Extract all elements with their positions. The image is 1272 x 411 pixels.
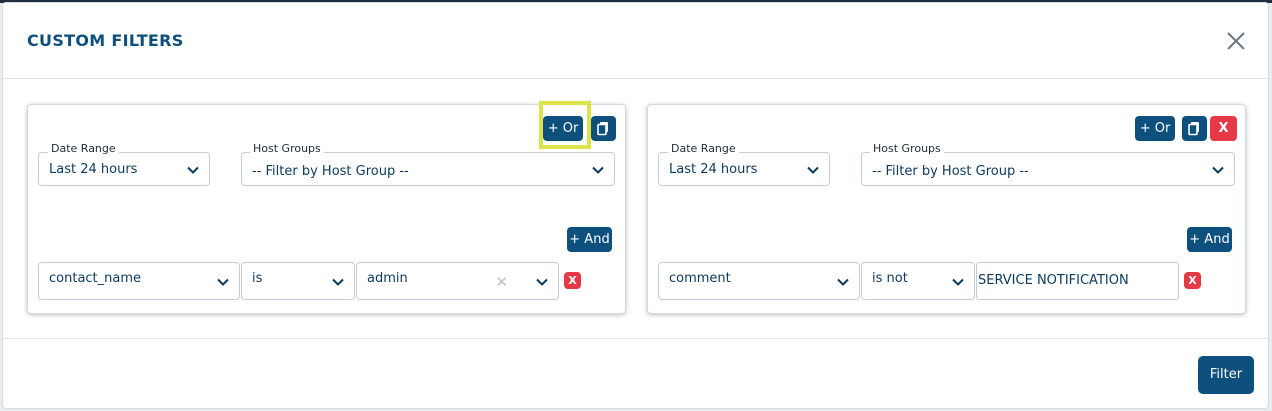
remove-condition-button[interactable]: X: [1184, 272, 1201, 289]
close-button[interactable]: [1224, 29, 1248, 53]
date-range-label: Date Range: [48, 142, 119, 155]
filter-group-1: + Or Date Range Last 24 hours Host Group…: [27, 101, 626, 314]
chevron-down-icon: [592, 166, 604, 174]
condition-field-value: contact_name: [49, 271, 142, 286]
add-or-button[interactable]: + Or: [1135, 116, 1175, 141]
add-and-button[interactable]: + And: [567, 227, 612, 252]
add-or-button[interactable]: + Or: [543, 116, 583, 141]
host-groups-label: Host Groups: [870, 142, 944, 155]
copy-icon: [1188, 122, 1199, 136]
date-range-select[interactable]: Last 24 hours: [658, 152, 830, 186]
chevron-down-icon: [807, 166, 819, 174]
custom-filters-modal: CUSTOM FILTERS + Or Date Range Last 24 h…: [2, 2, 1269, 409]
clear-icon[interactable]: ✕: [495, 273, 508, 291]
condition-value-input[interactable]: SERVICE NOTIFICATION: [976, 262, 1179, 300]
modal-header: CUSTOM FILTERS: [3, 3, 1268, 79]
chevron-down-icon: [217, 278, 229, 286]
date-range-label: Date Range: [668, 142, 739, 155]
delete-group-button[interactable]: X: [1210, 116, 1237, 141]
condition-operator-value: is: [252, 271, 263, 286]
host-groups-select[interactable]: -- Filter by Host Group --: [241, 152, 615, 186]
chevron-down-icon: [837, 278, 849, 286]
chevron-down-icon: [332, 278, 344, 286]
host-groups-select[interactable]: -- Filter by Host Group --: [861, 152, 1235, 186]
modal-footer: Filter: [3, 338, 1268, 410]
date-range-select[interactable]: Last 24 hours: [38, 152, 210, 186]
modal-body: + Or Date Range Last 24 hours Host Group…: [3, 80, 1268, 338]
chevron-down-icon: [536, 278, 548, 286]
condition-operator-select[interactable]: is: [241, 262, 355, 300]
condition-value: SERVICE NOTIFICATION: [978, 273, 1129, 288]
condition-value-select[interactable]: admin ✕: [356, 262, 559, 300]
modal-title: CUSTOM FILTERS: [27, 31, 184, 50]
condition-field-select[interactable]: contact_name: [38, 262, 240, 300]
date-range-value: Last 24 hours: [669, 162, 758, 177]
condition-value: admin: [367, 271, 408, 286]
copy-icon: [597, 122, 608, 136]
condition-operator-value: is not: [872, 271, 908, 286]
remove-condition-button[interactable]: X: [564, 272, 581, 289]
chevron-down-icon: [187, 166, 199, 174]
chevron-down-icon: [1212, 166, 1224, 174]
copy-button[interactable]: [1182, 116, 1207, 141]
condition-field-value: comment: [669, 271, 731, 286]
host-groups-value: -- Filter by Host Group --: [872, 164, 1029, 179]
chevron-down-icon: [952, 278, 964, 286]
copy-button[interactable]: [591, 116, 616, 141]
filter-group-2: + Or X Date Range Last 24 hours Host Gro…: [647, 104, 1246, 314]
date-range-value: Last 24 hours: [49, 162, 138, 177]
host-groups-value: -- Filter by Host Group --: [252, 164, 409, 179]
close-icon: [1227, 32, 1245, 50]
add-and-button[interactable]: + And: [1187, 227, 1232, 252]
host-groups-label: Host Groups: [250, 142, 324, 155]
condition-operator-select[interactable]: is not: [861, 262, 975, 300]
filter-button[interactable]: Filter: [1198, 356, 1254, 394]
condition-field-select[interactable]: comment: [658, 262, 860, 300]
